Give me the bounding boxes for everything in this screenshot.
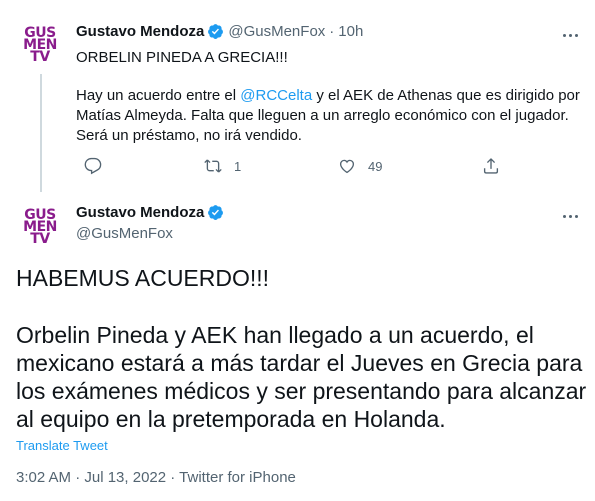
thread-connector (40, 74, 42, 192)
tweet-body-line: Será un préstamo, no irá vendido. (76, 127, 302, 144)
separator-dot: · (329, 23, 335, 40)
heart-icon (339, 159, 355, 174)
text-fragment: y el AEK de Athenas que es dirigido por (312, 87, 580, 104)
tweet-body-line: Matías Almeyda. Falta que lleguen a un a… (76, 107, 569, 124)
tweet-body-line: Orbelin Pineda y AEK han llegado a un ac… (16, 322, 534, 348)
share-icon (483, 158, 499, 174)
tweet-meta: 3:02 AM · Jul 13, 2022 · Twitter for iPh… (16, 469, 296, 486)
verified-badge-icon (208, 205, 224, 220)
retweet-icon (204, 159, 222, 173)
tweet-headline: HABEMUS ACUERDO!!! (16, 265, 270, 291)
share-button[interactable] (482, 157, 500, 175)
avatar[interactable]: GUS MEN TV (17, 204, 63, 250)
mention-link[interactable]: @RCCelta (240, 87, 312, 104)
tweet-body-line: los exámenes médicos y ser presentando p… (16, 378, 587, 404)
avatar-logo-text: TV (30, 49, 50, 65)
tweet-body-line: Hay un acuerdo entre el @RCCelta y el AE… (76, 86, 581, 106)
tweet-text: HABEMUS ACUERDO!!! Orbelin Pineda y AEK … (16, 264, 586, 433)
more-options-icon[interactable] (560, 206, 580, 226)
avatar-logo-text: TV (30, 231, 50, 247)
tweet-text: ORBELIN PINEDA A GRECIA!!! Hay un acuerd… (76, 48, 581, 146)
author-name[interactable]: Gustavo Mendoza (76, 204, 204, 221)
tweet-body-line: al equipo en la pretemporada en Holanda. (16, 406, 446, 432)
like-button[interactable]: 49 (338, 157, 382, 175)
translate-tweet-link[interactable]: Translate Tweet (16, 438, 108, 453)
tweet-header: Gustavo Mendoza (76, 204, 228, 221)
author-handle[interactable]: @GusMenFox (76, 225, 173, 242)
tweet-header: Gustavo Mendoza @GusMenFox · 10h (76, 23, 363, 40)
author-name[interactable]: Gustavo Mendoza (76, 23, 204, 40)
reply-icon (84, 157, 102, 175)
retweet-button[interactable]: 1 (204, 157, 241, 175)
author-handle[interactable]: @GusMenFox (228, 23, 325, 40)
avatar[interactable]: GUS MEN TV (17, 22, 63, 68)
more-options-icon[interactable] (560, 25, 580, 45)
retweet-count: 1 (234, 158, 242, 174)
tweet-time[interactable]: 10h (338, 23, 363, 40)
reply-button[interactable] (84, 157, 102, 175)
like-count: 49 (368, 158, 383, 174)
tweet-body-line: mexicano estará a más tardar el Jueves e… (16, 350, 583, 376)
tweet-headline: ORBELIN PINEDA A GRECIA!!! (76, 49, 288, 66)
verified-badge-icon (208, 24, 224, 39)
tweet-actions: 1 49 (76, 157, 506, 179)
text-fragment: Hay un acuerdo entre el (76, 87, 241, 104)
